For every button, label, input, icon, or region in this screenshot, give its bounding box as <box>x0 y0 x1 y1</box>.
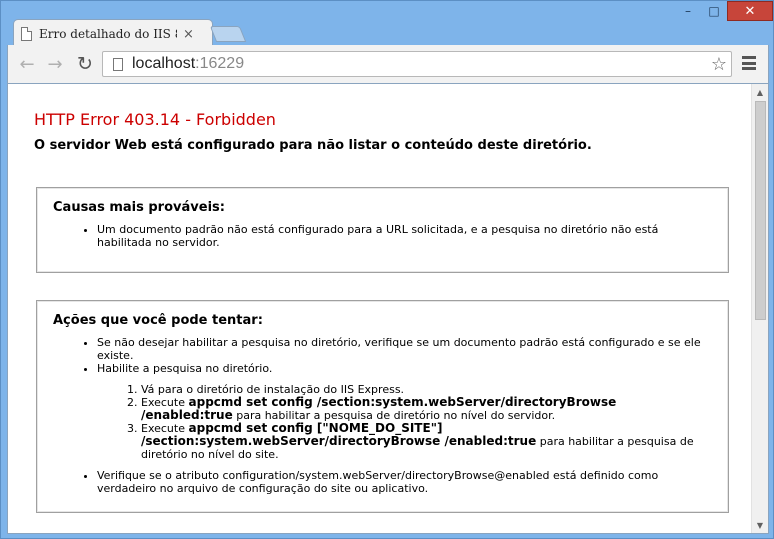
page-icon <box>113 57 123 71</box>
steps-list: Vá para o diretório de instalação do IIS… <box>97 383 712 461</box>
error-subtitle: O servidor Web está configurado para não… <box>34 138 592 153</box>
address-bar[interactable]: localhost:16229 ☆ <box>102 51 732 77</box>
step-item: Execute appcmd set config /section:syste… <box>141 396 712 423</box>
forward-button[interactable]: → <box>42 51 68 77</box>
page-icon <box>21 27 32 41</box>
actions-heading: Ações que você pode tentar: <box>53 313 263 328</box>
command-text: appcmd set config ["NOME_DO_SITE"] /sect… <box>141 421 537 448</box>
reload-button[interactable]: ↻ <box>72 51 98 77</box>
error-title: HTTP Error 403.14 - Forbidden <box>34 110 276 129</box>
scroll-up-icon[interactable]: ▲ <box>752 84 768 100</box>
list-item: Um documento padrão não está configurado… <box>97 223 712 249</box>
new-tab-button[interactable] <box>209 26 247 42</box>
list-item: Se não desejar habilitar a pesquisa no d… <box>97 336 712 362</box>
causes-box: Causas mais prováveis: Um documento padr… <box>36 187 729 273</box>
list-item: Verifique se o atributo configuration/sy… <box>97 469 712 495</box>
actions-list: Se não desejar habilitar a pesquisa no d… <box>53 336 712 495</box>
page-viewport: HTTP Error 403.14 - Forbidden O servidor… <box>7 83 769 534</box>
url-port: :16229 <box>195 55 245 72</box>
causes-list: Um documento padrão não está configurado… <box>53 223 712 249</box>
tab-title: Erro detalhado do IIS 8.0 - <box>39 27 177 41</box>
list-item-text: Habilite a pesquisa no diretório. <box>97 362 273 375</box>
close-window-button[interactable]: ✕ <box>727 1 773 21</box>
actions-box: Ações que você pode tentar: Se não desej… <box>36 300 729 513</box>
menu-icon[interactable] <box>742 56 756 70</box>
page-content: HTTP Error 403.14 - Forbidden O servidor… <box>8 84 752 533</box>
vertical-scrollbar[interactable]: ▲ ▼ <box>751 84 768 533</box>
step-item: Execute appcmd set config ["NOME_DO_SITE… <box>141 421 712 462</box>
maximize-button[interactable]: □ <box>701 1 727 21</box>
back-button[interactable]: ← <box>14 51 40 77</box>
causes-heading: Causas mais prováveis: <box>53 200 225 215</box>
scrollbar-thumb[interactable] <box>755 101 766 320</box>
browser-window: Erro detalhado do IIS 8.0 - × – □ ✕ ← → … <box>0 0 774 539</box>
window-controls: – □ ✕ <box>675 1 773 21</box>
tab-active[interactable]: Erro detalhado do IIS 8.0 - × <box>15 23 201 45</box>
bookmark-star-icon[interactable]: ☆ <box>711 54 727 75</box>
tab-close-icon[interactable]: × <box>183 27 194 42</box>
minimize-button[interactable]: – <box>675 1 701 21</box>
url-host: localhost <box>132 55 196 72</box>
list-item: Habilite a pesquisa no diretório. Vá par… <box>97 362 712 461</box>
scroll-down-icon[interactable]: ▼ <box>752 517 768 533</box>
browser-toolbar: ← → ↻ localhost:16229 ☆ <box>7 45 769 83</box>
tab-strip: Erro detalhado do IIS 8.0 - × – □ ✕ <box>1 1 773 45</box>
